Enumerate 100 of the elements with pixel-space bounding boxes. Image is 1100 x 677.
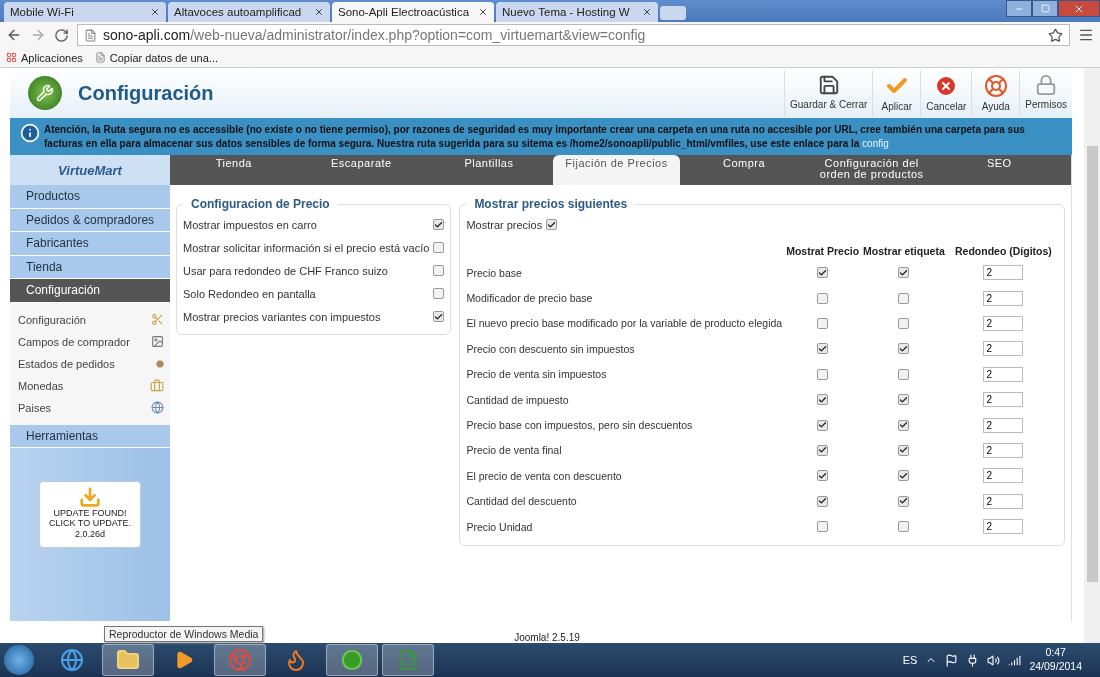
folder-icon[interactable] xyxy=(102,644,154,676)
sidebar-item[interactable]: Pedidos & compradores xyxy=(10,208,170,232)
checkbox[interactable] xyxy=(898,521,910,533)
checkbox[interactable] xyxy=(546,219,558,230)
checkbox[interactable] xyxy=(898,394,910,406)
rounding-field[interactable]: 2 xyxy=(983,265,1024,281)
rounding-field[interactable]: 2 xyxy=(983,442,1024,458)
close-icon[interactable] xyxy=(150,7,160,17)
config-tab[interactable]: Tienda xyxy=(170,155,298,185)
checkbox[interactable] xyxy=(817,343,829,355)
address-field[interactable]: sono-apli.com/web-nueva/administrator/index.php?option=com_virtuemart&view=config xyxy=(77,24,1070,46)
back-icon[interactable] xyxy=(6,27,22,43)
checkbox[interactable] xyxy=(817,419,829,431)
checkbox[interactable] xyxy=(898,292,910,304)
config-tab[interactable]: Compra xyxy=(680,155,808,185)
checkbox[interactable] xyxy=(898,317,910,329)
checkbox[interactable] xyxy=(898,495,910,507)
image-icon xyxy=(151,335,164,348)
lock-icon xyxy=(1035,74,1058,96)
sidebar-item[interactable]: Productos xyxy=(10,185,170,209)
update-button[interactable]: UPDATE FOUND! CLICK TO UPDATE. 2.0.26d xyxy=(39,481,141,548)
row-label: El nuevo precio base modificado por la variable de producto elegida xyxy=(466,317,783,330)
close-icon[interactable] xyxy=(314,7,324,17)
option-label: Solo Redondeo en pantalla xyxy=(183,287,316,300)
rounding-field[interactable]: 2 xyxy=(983,290,1024,306)
rounding-field[interactable]: 2 xyxy=(983,417,1024,433)
row-label: Cantidad del descuento xyxy=(466,495,577,508)
config-tab[interactable]: Plantillas xyxy=(425,155,553,185)
save-icon xyxy=(817,74,840,96)
close-icon[interactable] xyxy=(642,7,652,17)
volume-icon[interactable] xyxy=(987,653,1001,667)
rounding-field[interactable]: 2 xyxy=(983,366,1024,382)
checkbox[interactable] xyxy=(817,495,829,507)
checkbox[interactable] xyxy=(817,267,829,279)
rounding-field[interactable]: 2 xyxy=(983,493,1024,509)
checkbox[interactable] xyxy=(898,267,910,279)
checkbox[interactable] xyxy=(898,419,910,431)
toolbar-button[interactable]: Guardar & Cerrar xyxy=(784,70,873,116)
submenu-item[interactable]: Estados de pedidos xyxy=(18,352,164,375)
row-label: Precio de venta final xyxy=(466,444,562,457)
rounding-field[interactable]: 2 xyxy=(983,468,1024,484)
browser-tab[interactable]: Nuevo Tema - Hosting W xyxy=(496,2,658,22)
checkbox[interactable] xyxy=(433,265,445,276)
rounding-field[interactable]: 2 xyxy=(983,341,1024,357)
checkbox[interactable] xyxy=(433,242,445,253)
sidebar-item[interactable]: Tienda xyxy=(10,255,170,279)
checkbox[interactable] xyxy=(433,288,445,299)
bookmark-star-icon[interactable] xyxy=(1048,27,1063,43)
signal-icon[interactable] xyxy=(1008,653,1022,667)
apps-grid-icon[interactable] xyxy=(6,52,17,63)
checkbox[interactable] xyxy=(817,317,829,329)
flag-icon[interactable] xyxy=(945,653,959,667)
start-button[interactable] xyxy=(4,645,34,675)
option-label: Mostrar precios xyxy=(466,218,543,231)
config-tab[interactable]: Fijación de Precios xyxy=(552,155,681,185)
checkbox[interactable] xyxy=(898,343,910,355)
reload-icon[interactable] xyxy=(54,27,69,43)
checkbox[interactable] xyxy=(433,311,445,322)
submenu-item[interactable]: Paises xyxy=(18,396,164,419)
checkbox[interactable] xyxy=(433,219,445,230)
toolbar-button[interactable]: Aplicar xyxy=(872,70,921,116)
minimize-button[interactable] xyxy=(1006,0,1032,17)
config-tab[interactable]: Configuración del orden de productos xyxy=(807,155,936,185)
toolbar-button[interactable]: Permisos xyxy=(1019,70,1072,116)
submenu-item[interactable]: Configuración xyxy=(18,308,164,331)
checkbox[interactable] xyxy=(817,368,829,380)
sidebar-item[interactable]: Configuración xyxy=(10,279,170,303)
checkbox[interactable] xyxy=(817,470,829,482)
scrollbar[interactable] xyxy=(1084,68,1100,643)
checkbox[interactable] xyxy=(817,292,829,304)
rounding-field[interactable]: 2 xyxy=(983,315,1024,331)
checkbox[interactable] xyxy=(817,521,829,533)
bookmark-link[interactable]: Aplicaciones xyxy=(21,51,83,64)
clock[interactable]: 0:47 24/09/2014 xyxy=(1029,646,1082,674)
checkbox[interactable] xyxy=(898,368,910,380)
rounding-field[interactable]: 2 xyxy=(983,392,1024,408)
submenu-item[interactable]: Monedas xyxy=(18,374,164,397)
close-icon[interactable] xyxy=(478,7,488,17)
checkbox[interactable] xyxy=(817,394,829,406)
config-tab[interactable]: SEO xyxy=(935,155,1064,185)
rounding-field[interactable]: 2 xyxy=(983,519,1024,535)
config-tab[interactable]: Escaparate xyxy=(297,155,426,185)
checkbox[interactable] xyxy=(898,444,910,456)
sidebar-item[interactable]: Herramientas xyxy=(10,424,170,448)
notice-text: Atención, la Ruta segura no es accessible (no existe o no tiene permiso), por razones de seguridad es muy importante crear una carpeta en una ruta no accesible por URL, cree también una carpeta para sus facturas en ella para almacenar sus datos sensibles de forma segura. Nuestra ruta sugerida para su sitema es /home2/sonoapli/public_html/vmfiles, use este enlace para la config xyxy=(44,123,1026,150)
checkbox[interactable] xyxy=(898,470,910,482)
spreadsheet-icon[interactable] xyxy=(382,644,434,676)
checkbox[interactable] xyxy=(817,444,829,456)
browser-tab[interactable]: Sono-Apli Electroacústica xyxy=(332,2,494,22)
browser-tab[interactable]: Altavoces autoamplificad xyxy=(168,2,330,22)
language-indicator[interactable]: ES xyxy=(902,654,918,666)
sidebar-item[interactable]: Fabricantes xyxy=(10,232,170,256)
toolbar-button[interactable]: Ayuda xyxy=(971,70,1020,116)
browser-tab[interactable]: Mobile Wi-Fi xyxy=(4,2,166,22)
submenu-item[interactable]: Campos de comprador xyxy=(18,330,164,353)
maximize-button[interactable] xyxy=(1032,0,1058,17)
bookmark-link[interactable]: Copiar datos de una... xyxy=(109,51,218,64)
row-label: Precio de venta sin impuestos xyxy=(466,368,607,381)
toolbar-button[interactable]: Cancelar xyxy=(920,70,972,116)
menu-icon[interactable] xyxy=(1078,27,1094,43)
